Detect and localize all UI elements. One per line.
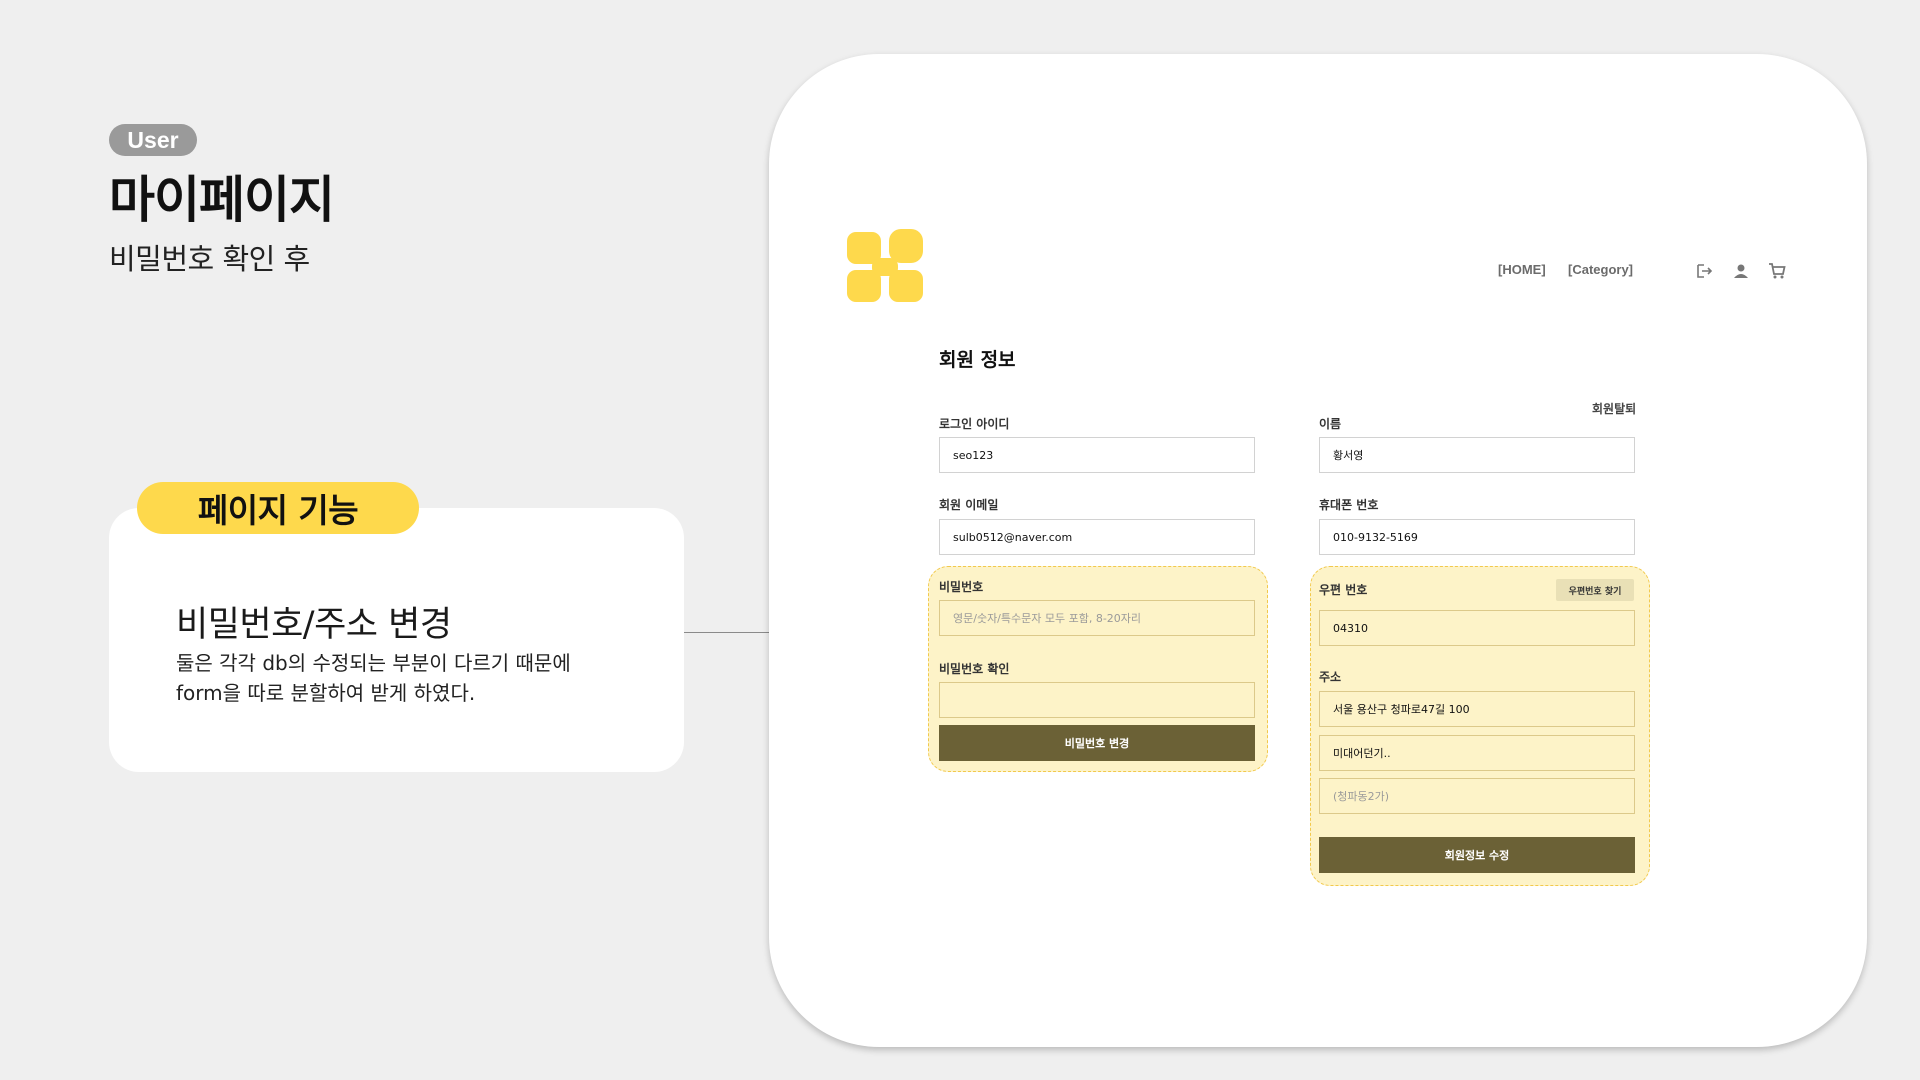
zip-search-button[interactable]: 우편번호 찾기 — [1556, 579, 1634, 601]
zip-label: 우편 번호 — [1319, 583, 1368, 597]
address-label: 주소 — [1319, 670, 1342, 684]
connector-line — [684, 632, 769, 633]
feature-heading: 비밀번호/주소 변경 — [176, 605, 452, 645]
feature-description: 둘은 각각 db의 수정되는 부분이 다르기 때문에 form을 따로 분할하여… — [176, 648, 646, 708]
phone-field[interactable]: 010-9132-5169 — [1319, 519, 1635, 555]
password-field[interactable]: 영문/숫자/특수문자 모두 포함, 8-20자리 — [939, 600, 1255, 636]
address-detail-field[interactable]: 미대어던기.. — [1319, 735, 1635, 771]
password-confirm-label: 비밀번호 확인 — [939, 662, 1010, 676]
password-confirm-field[interactable] — [939, 682, 1255, 718]
logout-icon[interactable] — [1695, 262, 1713, 280]
nav-home-link[interactable]: [HOME] — [1498, 262, 1546, 277]
member-info-heading: 회원 정보 — [939, 349, 1016, 371]
feature-desc-line-2: form을 따로 분할하여 받게 하였다. — [176, 681, 476, 705]
withdraw-link[interactable]: 회원탈퇴 — [1592, 400, 1636, 417]
name-label: 이름 — [1319, 417, 1342, 431]
cart-icon[interactable] — [1768, 262, 1786, 280]
login-id-field[interactable]: seo123 — [939, 437, 1255, 473]
login-id-label: 로그인 아이디 — [939, 417, 1010, 431]
password-label: 비밀번호 — [939, 580, 984, 594]
address-extra-field[interactable]: (청파동2가) — [1319, 778, 1635, 814]
slide-subtitle: 비밀번호 확인 후 — [109, 242, 310, 276]
flower-logo-icon[interactable] — [844, 226, 926, 308]
change-password-button[interactable]: 비밀번호 변경 — [939, 725, 1255, 761]
slide-title: 마이페이지 — [109, 171, 335, 229]
name-field[interactable]: 황서영 — [1319, 437, 1635, 473]
feature-pill: 페이지 기능 — [137, 482, 419, 534]
phone-label: 휴대폰 번호 — [1319, 498, 1379, 512]
email-label: 회원 이메일 — [939, 498, 999, 512]
mockup-window — [769, 54, 1867, 1047]
feature-desc-line-1: 둘은 각각 db의 수정되는 부분이 다르기 때문에 — [176, 651, 571, 675]
nav-category-link[interactable]: [Category] — [1568, 262, 1633, 277]
update-member-info-button[interactable]: 회원정보 수정 — [1319, 837, 1635, 873]
user-icon[interactable] — [1732, 262, 1750, 280]
email-field[interactable]: sulb0512@naver.com — [939, 519, 1255, 555]
zip-field[interactable]: 04310 — [1319, 610, 1635, 646]
address-field[interactable]: 서울 용산구 청파로47길 100 — [1319, 691, 1635, 727]
user-tag: User — [109, 124, 197, 156]
